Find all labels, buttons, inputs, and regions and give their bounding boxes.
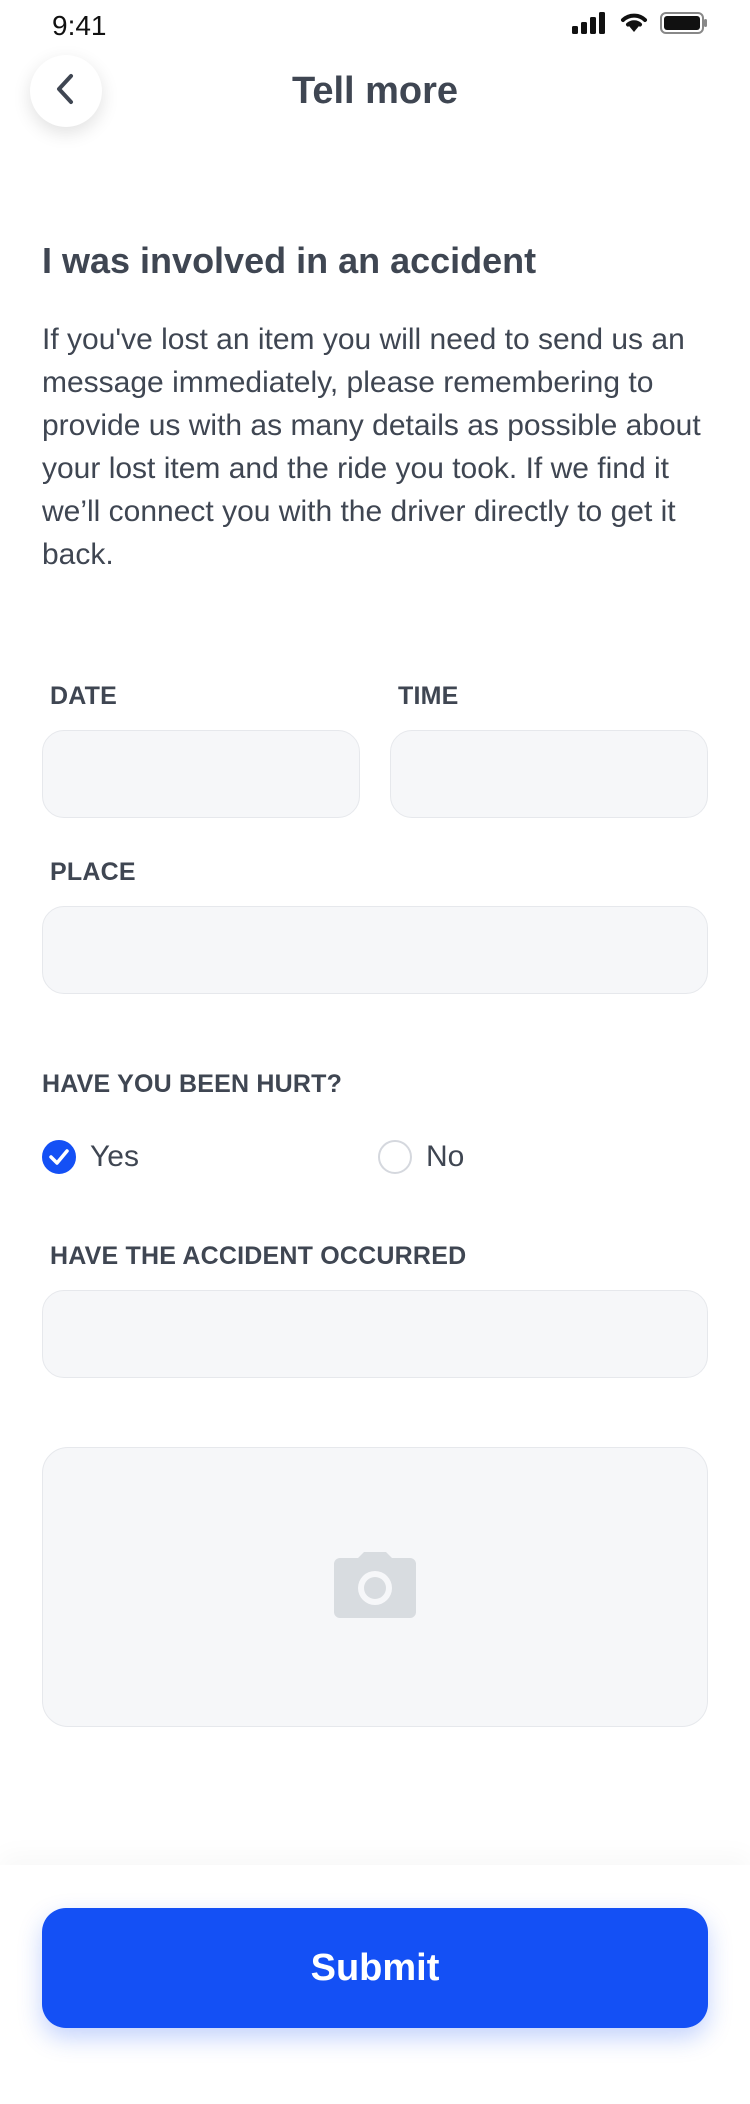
wifi-icon <box>618 12 650 39</box>
radio-no-label: No <box>426 1140 465 1173</box>
status-time: 9:41 <box>52 10 107 41</box>
status-icons <box>572 12 708 39</box>
place-input[interactable] <box>42 906 708 994</box>
radio-checked-icon[interactable] <box>42 1140 76 1174</box>
camera-icon <box>334 1551 416 1623</box>
hurt-question: HAVE YOU BEEN HURT? <box>42 1070 343 1098</box>
occurred-label: HAVE THE ACCIDENT OCCURRED <box>50 1242 467 1270</box>
page-title: Tell more <box>291 70 459 112</box>
radio-unchecked-icon[interactable] <box>378 1140 412 1174</box>
submit-button[interactable]: Submit <box>42 1908 708 2028</box>
occurred-input[interactable] <box>42 1290 708 1378</box>
time-input[interactable] <box>390 730 708 818</box>
description-text: If you've lost an item you will need to … <box>42 323 701 571</box>
signal-icon <box>572 12 608 39</box>
battery-icon <box>660 12 708 39</box>
radio-no[interactable]: No <box>378 1140 464 1174</box>
place-label: PLACE <box>50 858 136 886</box>
radio-yes-label: Yes <box>90 1140 139 1173</box>
date-label: DATE <box>50 682 117 710</box>
radio-yes[interactable]: Yes <box>42 1140 139 1174</box>
photo-upload-area[interactable] <box>42 1447 708 1727</box>
status-bar: 9:41 <box>0 0 750 50</box>
time-label: TIME <box>398 682 459 710</box>
date-input[interactable] <box>42 730 360 818</box>
section-heading: I was involved in an accident <box>42 240 537 281</box>
